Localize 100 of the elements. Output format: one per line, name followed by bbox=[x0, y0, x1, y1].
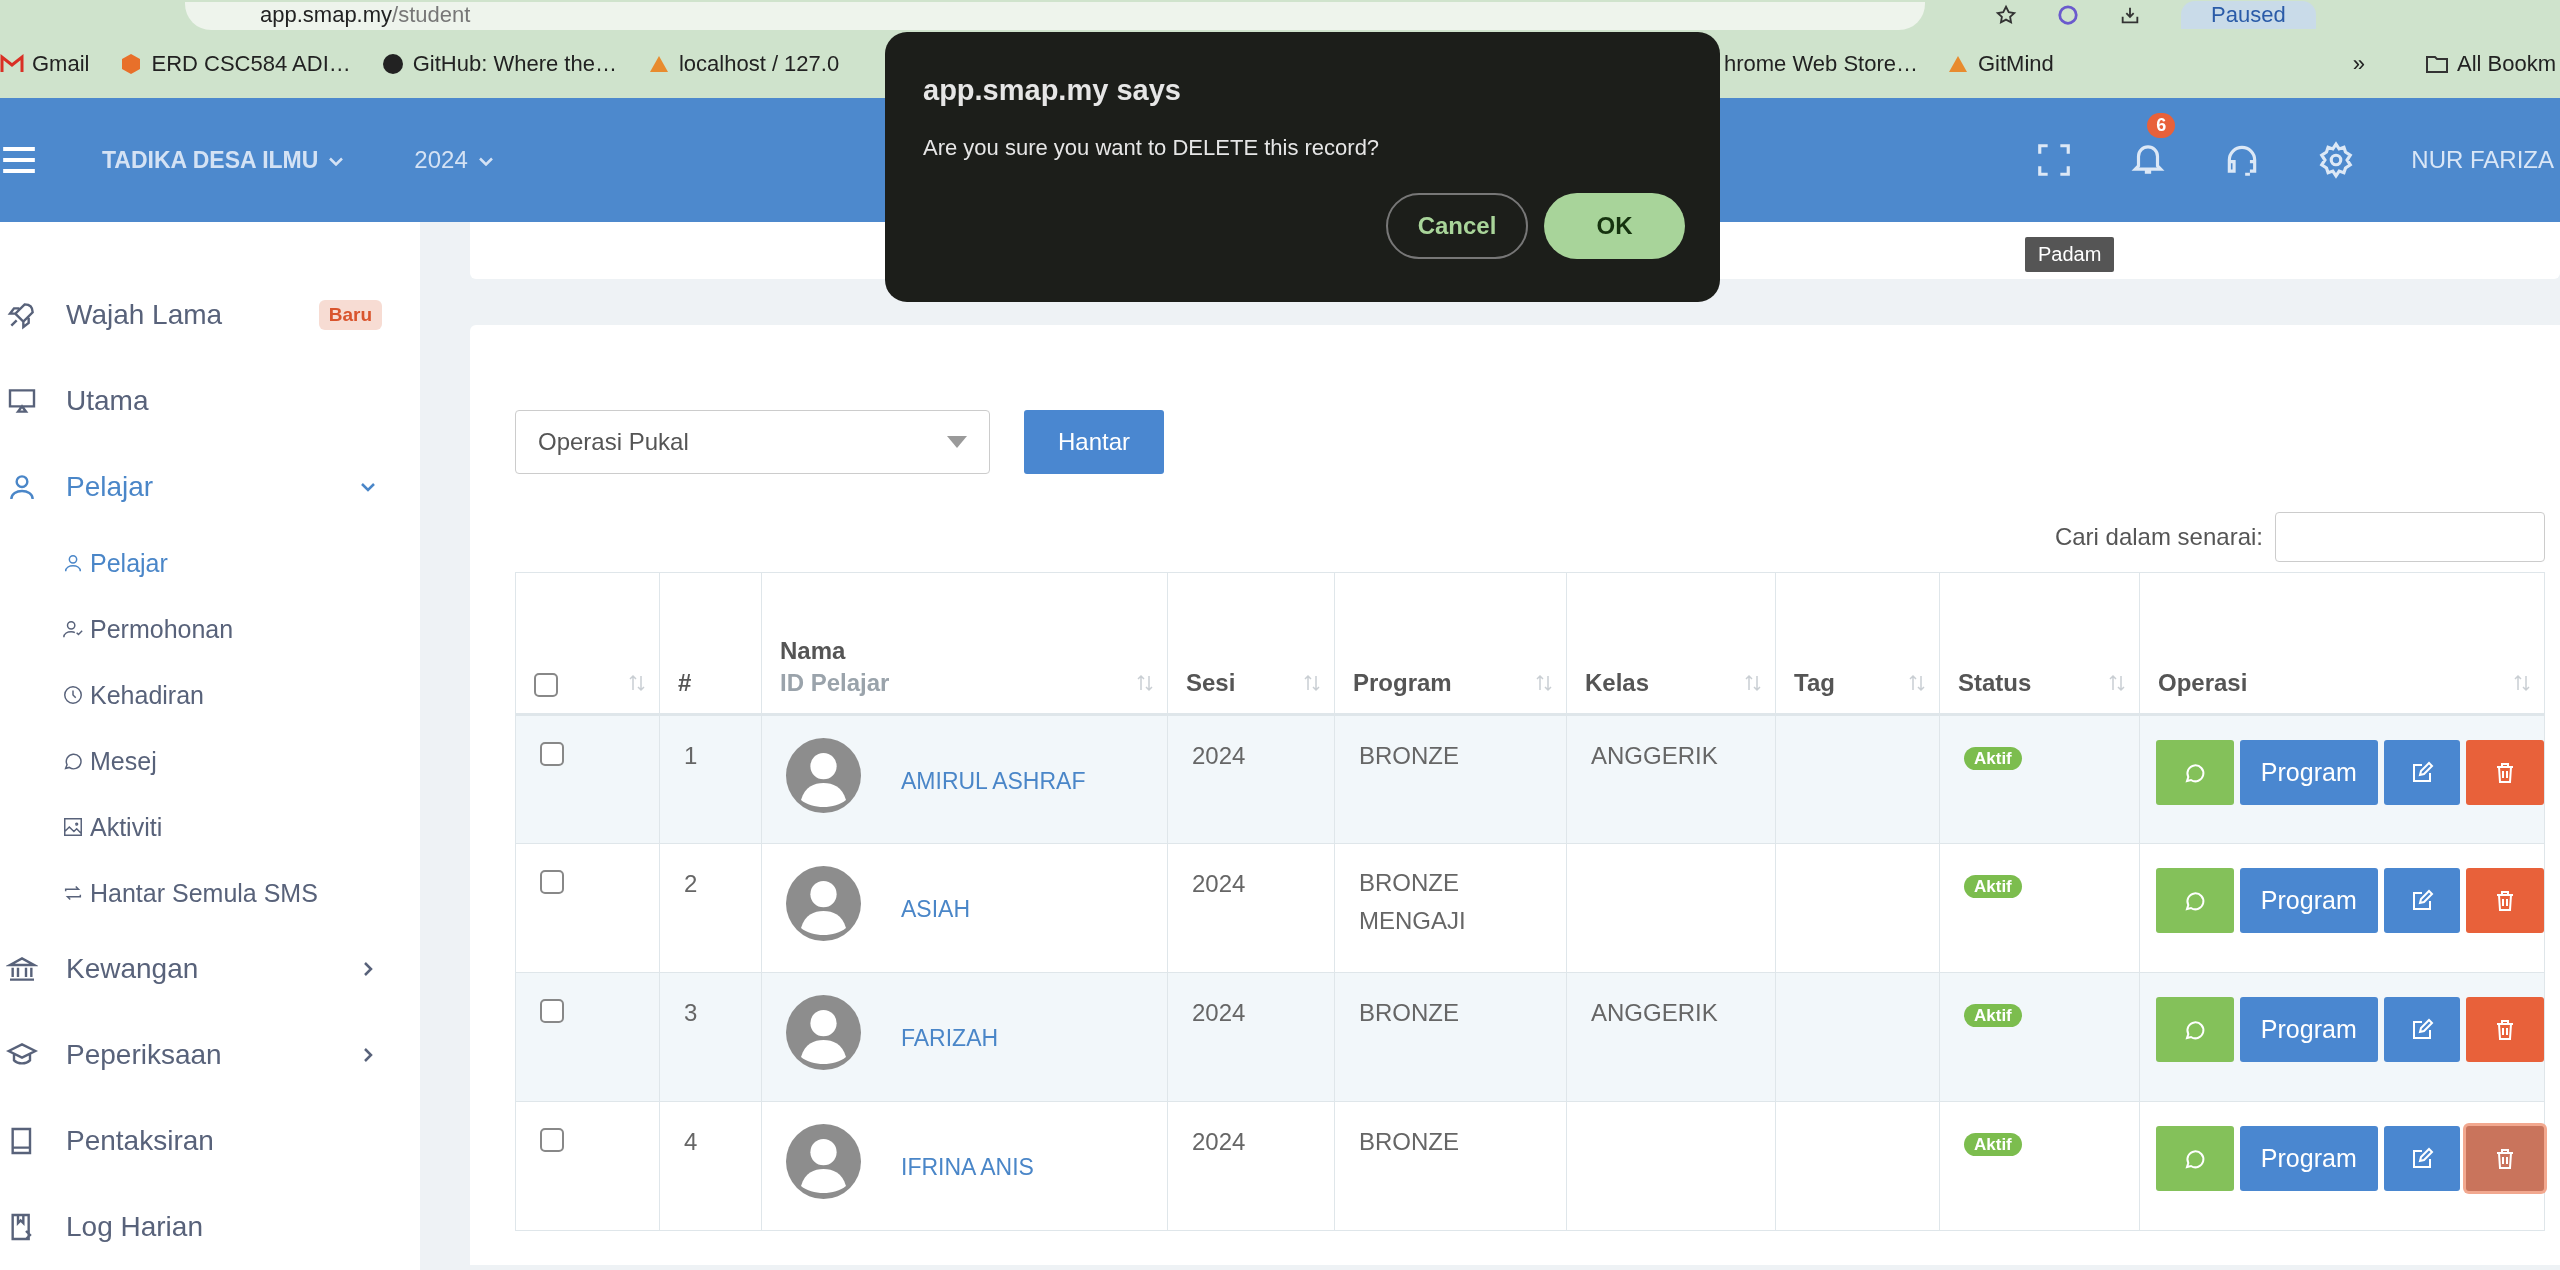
column-header: # bbox=[678, 669, 692, 697]
user-check-icon bbox=[62, 618, 84, 640]
column-header: Program bbox=[1353, 669, 1452, 697]
clock-icon bbox=[62, 684, 84, 706]
avatar-placeholder-icon bbox=[786, 866, 861, 941]
student-name-link[interactable]: IFRINA ANIS bbox=[901, 1154, 1034, 1181]
column-header: Nama bbox=[780, 637, 847, 665]
image-icon bbox=[62, 816, 84, 838]
all-bookmarks-link[interactable]: All Bookm bbox=[2424, 51, 2556, 78]
table-cell: ANGGERIK bbox=[1591, 742, 1718, 769]
table-cell: 2024 bbox=[1192, 870, 1246, 897]
search-field[interactable] bbox=[2275, 512, 2545, 562]
sidebar-subitem[interactable]: Pelajar bbox=[0, 530, 420, 596]
row-checkbox[interactable] bbox=[540, 999, 564, 1023]
bookmark-link[interactable]: hrome Web Store… bbox=[1724, 51, 1918, 78]
sidebar-item[interactable]: Utama bbox=[0, 358, 420, 444]
table-cell: 2024 bbox=[1192, 1128, 1246, 1155]
whatsapp-button[interactable] bbox=[2156, 740, 2235, 805]
edit-button[interactable] bbox=[2383, 868, 2460, 933]
student-name-link[interactable]: FARIZAH bbox=[901, 1025, 999, 1052]
sidebar-item[interactable]: Kewangan bbox=[0, 926, 420, 1012]
table-cell-text: BRONZE MENGAJI bbox=[1359, 868, 1467, 936]
avatar-placeholder-icon bbox=[786, 1124, 861, 1199]
program-button[interactable]: Program bbox=[2240, 997, 2378, 1062]
column-header: Sesi bbox=[1186, 669, 1236, 697]
dialog-title: app.smap.my says bbox=[923, 74, 1182, 107]
ok-button[interactable]: OK bbox=[1544, 193, 1685, 259]
status-badge: Aktif bbox=[1964, 747, 2022, 770]
row-number: 2 bbox=[684, 870, 698, 897]
status-badge: Aktif bbox=[1964, 1004, 2022, 1027]
row-checkbox[interactable] bbox=[540, 870, 564, 894]
program-button[interactable]: Program bbox=[2240, 740, 2378, 805]
bookmark-link[interactable]: localhost / 127.0 bbox=[646, 51, 840, 78]
select-all-checkbox[interactable] bbox=[534, 673, 558, 697]
sidebar-subitem[interactable]: Permohonan bbox=[0, 596, 420, 662]
sidebar-item[interactable]: Peperiksaan bbox=[0, 1012, 420, 1098]
sidebar-subitem[interactable]: Hantar Semula SMS bbox=[0, 860, 420, 926]
whatsapp-button[interactable] bbox=[2156, 868, 2235, 933]
bookmark-favicon-icon bbox=[380, 52, 405, 77]
submit-button[interactable]: Hantar bbox=[1024, 410, 1164, 474]
column-header: Status bbox=[1958, 669, 2032, 697]
table-cell-text: BRONZE bbox=[1359, 1127, 1459, 1157]
whatsapp-button[interactable] bbox=[2156, 997, 2235, 1062]
table-cell: ANGGERIK bbox=[1591, 999, 1718, 1026]
chat-bubble-icon bbox=[62, 750, 84, 772]
sidebar-subitem[interactable]: Kehadiran bbox=[0, 662, 420, 728]
edit-button[interactable] bbox=[2383, 740, 2460, 805]
status-badge: Aktif bbox=[1964, 1133, 2022, 1156]
status-badge: Aktif bbox=[1964, 875, 2022, 898]
sidebar-item[interactable]: Pentaksiran bbox=[0, 1098, 420, 1184]
table-cell-text: BRONZE bbox=[1359, 741, 1459, 771]
address-bar[interactable]: app.smap.my/student bbox=[185, 2, 1925, 30]
student-name-link[interactable]: ASIAH bbox=[901, 896, 971, 923]
notification-badge: 6 bbox=[2147, 113, 2176, 139]
bookmark-link[interactable]: GitHub: Where the… bbox=[380, 51, 617, 78]
user-icon bbox=[62, 552, 84, 574]
delete-button[interactable] bbox=[2465, 997, 2544, 1062]
caret-icon bbox=[947, 436, 967, 448]
sidebar-subitem[interactable]: Aktiviti bbox=[0, 794, 420, 860]
row-checkbox[interactable] bbox=[540, 742, 564, 766]
delete-button[interactable] bbox=[2465, 1126, 2544, 1191]
new-badge: Baru bbox=[318, 300, 382, 330]
profile-button[interactable]: Paused bbox=[2181, 1, 2316, 29]
bookmark-link[interactable]: ERD CSC584 ADI… bbox=[119, 51, 351, 78]
search-label: Cari dalam senarai: bbox=[2054, 523, 2263, 551]
more-bookmarks-button[interactable]: » bbox=[2352, 51, 2365, 78]
column-header: Operasi bbox=[2158, 669, 2248, 697]
column-header: Tag bbox=[1794, 669, 1835, 697]
row-number: 1 bbox=[684, 742, 698, 769]
table-cell: 2024 bbox=[1192, 999, 1246, 1026]
sidebar-item[interactable]: Log Harian bbox=[0, 1184, 420, 1270]
star-icon[interactable] bbox=[1995, 4, 2017, 26]
student-name-link[interactable]: AMIRUL ASHRAF bbox=[901, 768, 1086, 795]
table-cell: 2024 bbox=[1192, 742, 1246, 769]
delete-button[interactable] bbox=[2465, 868, 2544, 933]
table-cell-text: BRONZE bbox=[1359, 998, 1459, 1028]
tooltip: Padam bbox=[2025, 237, 2115, 273]
dialog-message: Are you sure you want to DELETE this record? bbox=[923, 135, 1381, 161]
whatsapp-button[interactable] bbox=[2156, 1126, 2235, 1191]
sidebar-subitem[interactable]: Mesej bbox=[0, 728, 420, 794]
cancel-button[interactable]: Cancel bbox=[1386, 193, 1528, 259]
column-subheader: ID Pelajar bbox=[780, 669, 890, 697]
sidebar-item[interactable]: Wajah Lama Baru bbox=[0, 272, 420, 358]
program-button[interactable]: Program bbox=[2240, 1126, 2378, 1191]
bookmark-link[interactable]: GitMind bbox=[1946, 51, 2054, 78]
sidebar-item[interactable]: Pelajar bbox=[0, 444, 420, 530]
bulk-action-dropdown[interactable]: Operasi Pukal bbox=[515, 410, 990, 474]
row-checkbox[interactable] bbox=[540, 1128, 564, 1152]
avatar-placeholder-icon bbox=[786, 738, 861, 813]
avatar-placeholder-icon bbox=[786, 995, 861, 1070]
column-header: Kelas bbox=[1585, 669, 1650, 697]
program-button[interactable]: Program bbox=[2240, 868, 2378, 933]
chevron-down-icon bbox=[328, 157, 345, 167]
chevron-down-icon bbox=[477, 157, 494, 167]
row-number: 4 bbox=[684, 1128, 698, 1155]
delete-button[interactable] bbox=[2465, 740, 2544, 805]
edit-button[interactable] bbox=[2383, 997, 2460, 1062]
bookmark-link[interactable]: Gmail bbox=[0, 51, 90, 78]
row-number: 3 bbox=[684, 999, 698, 1026]
edit-button[interactable] bbox=[2383, 1126, 2460, 1191]
